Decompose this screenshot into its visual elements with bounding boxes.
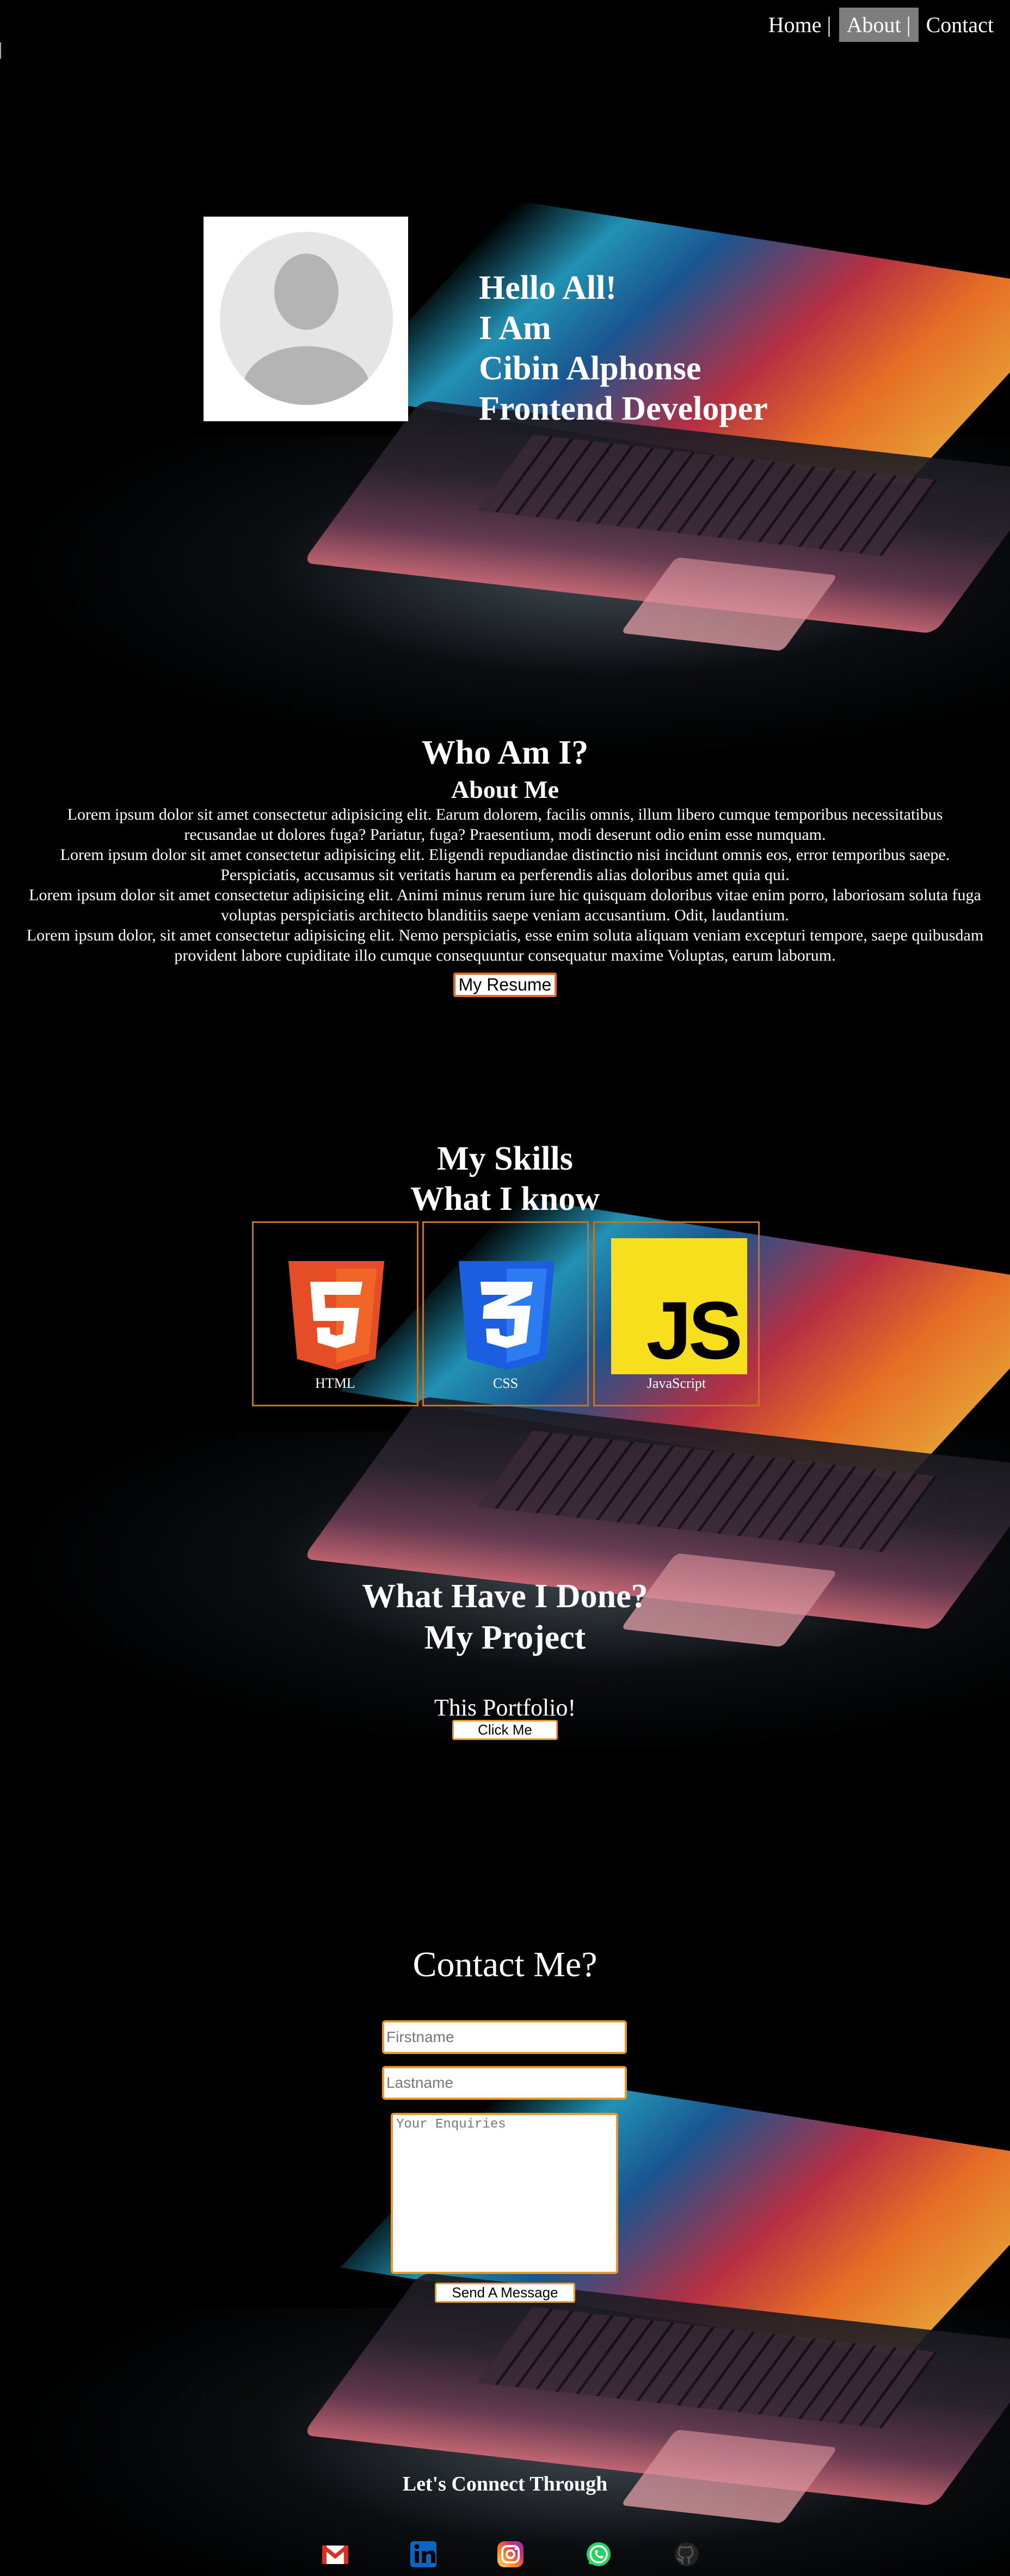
lastname-input[interactable]: Lastname xyxy=(382,2066,627,2100)
hero-greeting: Hello All! xyxy=(479,269,617,306)
project-button-row: Click Me xyxy=(0,1720,1010,1740)
about-paragraph-1: Lorem ipsum dolor sit amet consectetur a… xyxy=(67,806,943,844)
nav-home-link[interactable]: Home | xyxy=(761,8,839,42)
hero-intro: Hello All! I Am Cibin Alphonse Frontend … xyxy=(479,268,768,429)
about-paragraph-4: Lorem ipsum dolor, sit amet consectetur … xyxy=(26,926,984,964)
html5-icon xyxy=(288,1261,384,1370)
about-title: Who Am I? xyxy=(421,734,589,771)
hero-i-am: I Am xyxy=(479,310,551,347)
enquiries-textarea[interactable]: Your Enquiries xyxy=(391,2113,618,2274)
text-cursor xyxy=(0,42,1,59)
skill-card-javascript: JS JavaScript xyxy=(593,1221,760,1406)
whatsapp-icon[interactable] xyxy=(583,2539,614,2569)
hero-role: Frontend Developer xyxy=(479,390,768,427)
javascript-icon: JS xyxy=(611,1238,747,1374)
nav-contact-link[interactable]: Contact xyxy=(919,8,1001,42)
skills-title: My Skills xyxy=(437,1140,573,1177)
project-name: This Portfolio! xyxy=(434,1694,576,1721)
skills-subtitle: What I know xyxy=(410,1181,600,1218)
background-laptop-image-1 xyxy=(0,109,1010,751)
connect-title: Let's Connect Through xyxy=(402,2473,608,2495)
resume-button-row: My Resume xyxy=(0,973,1010,997)
instagram-icon[interactable] xyxy=(495,2539,526,2569)
about-paragraphs: Lorem ipsum dolor sit amet consectetur a… xyxy=(0,804,1010,966)
send-message-button[interactable]: Send A Message xyxy=(435,2283,575,2303)
about-subtitle: About Me xyxy=(451,776,559,803)
contact-title: Contact Me? xyxy=(412,1945,598,1984)
nav-about-link[interactable]: About | xyxy=(839,8,919,42)
github-icon[interactable] xyxy=(672,2539,702,2569)
hero-name: Cibin Alphonse xyxy=(479,350,701,387)
about-paragraph-2: Lorem ipsum dolor sit amet consectetur a… xyxy=(60,846,950,884)
resume-button[interactable]: My Resume xyxy=(453,973,557,997)
firstname-input[interactable]: Firstname xyxy=(382,2020,627,2054)
skill-name-css: CSS xyxy=(492,1375,519,1391)
skill-card-html: HTML xyxy=(252,1221,418,1406)
css3-icon xyxy=(459,1261,555,1370)
linkedin-icon[interactable] xyxy=(408,2539,439,2569)
profile-avatar xyxy=(204,217,408,421)
avatar-placeholder-icon xyxy=(220,232,393,405)
click-me-button[interactable]: Click Me xyxy=(452,1720,558,1740)
projects-title: What Have I Done? xyxy=(362,1578,648,1615)
about-paragraph-3: Lorem ipsum dolor sit amet consectetur a… xyxy=(29,886,981,924)
gmail-icon[interactable] xyxy=(320,2539,350,2569)
skill-name-html: HTML xyxy=(315,1375,355,1391)
projects-subtitle: My Project xyxy=(424,1619,586,1656)
skill-card-css: CSS xyxy=(422,1221,589,1406)
skill-name-javascript: JavaScript xyxy=(646,1375,706,1391)
top-nav: Home | About | Contact xyxy=(761,8,1001,42)
send-button-row: Send A Message xyxy=(0,2283,1010,2303)
